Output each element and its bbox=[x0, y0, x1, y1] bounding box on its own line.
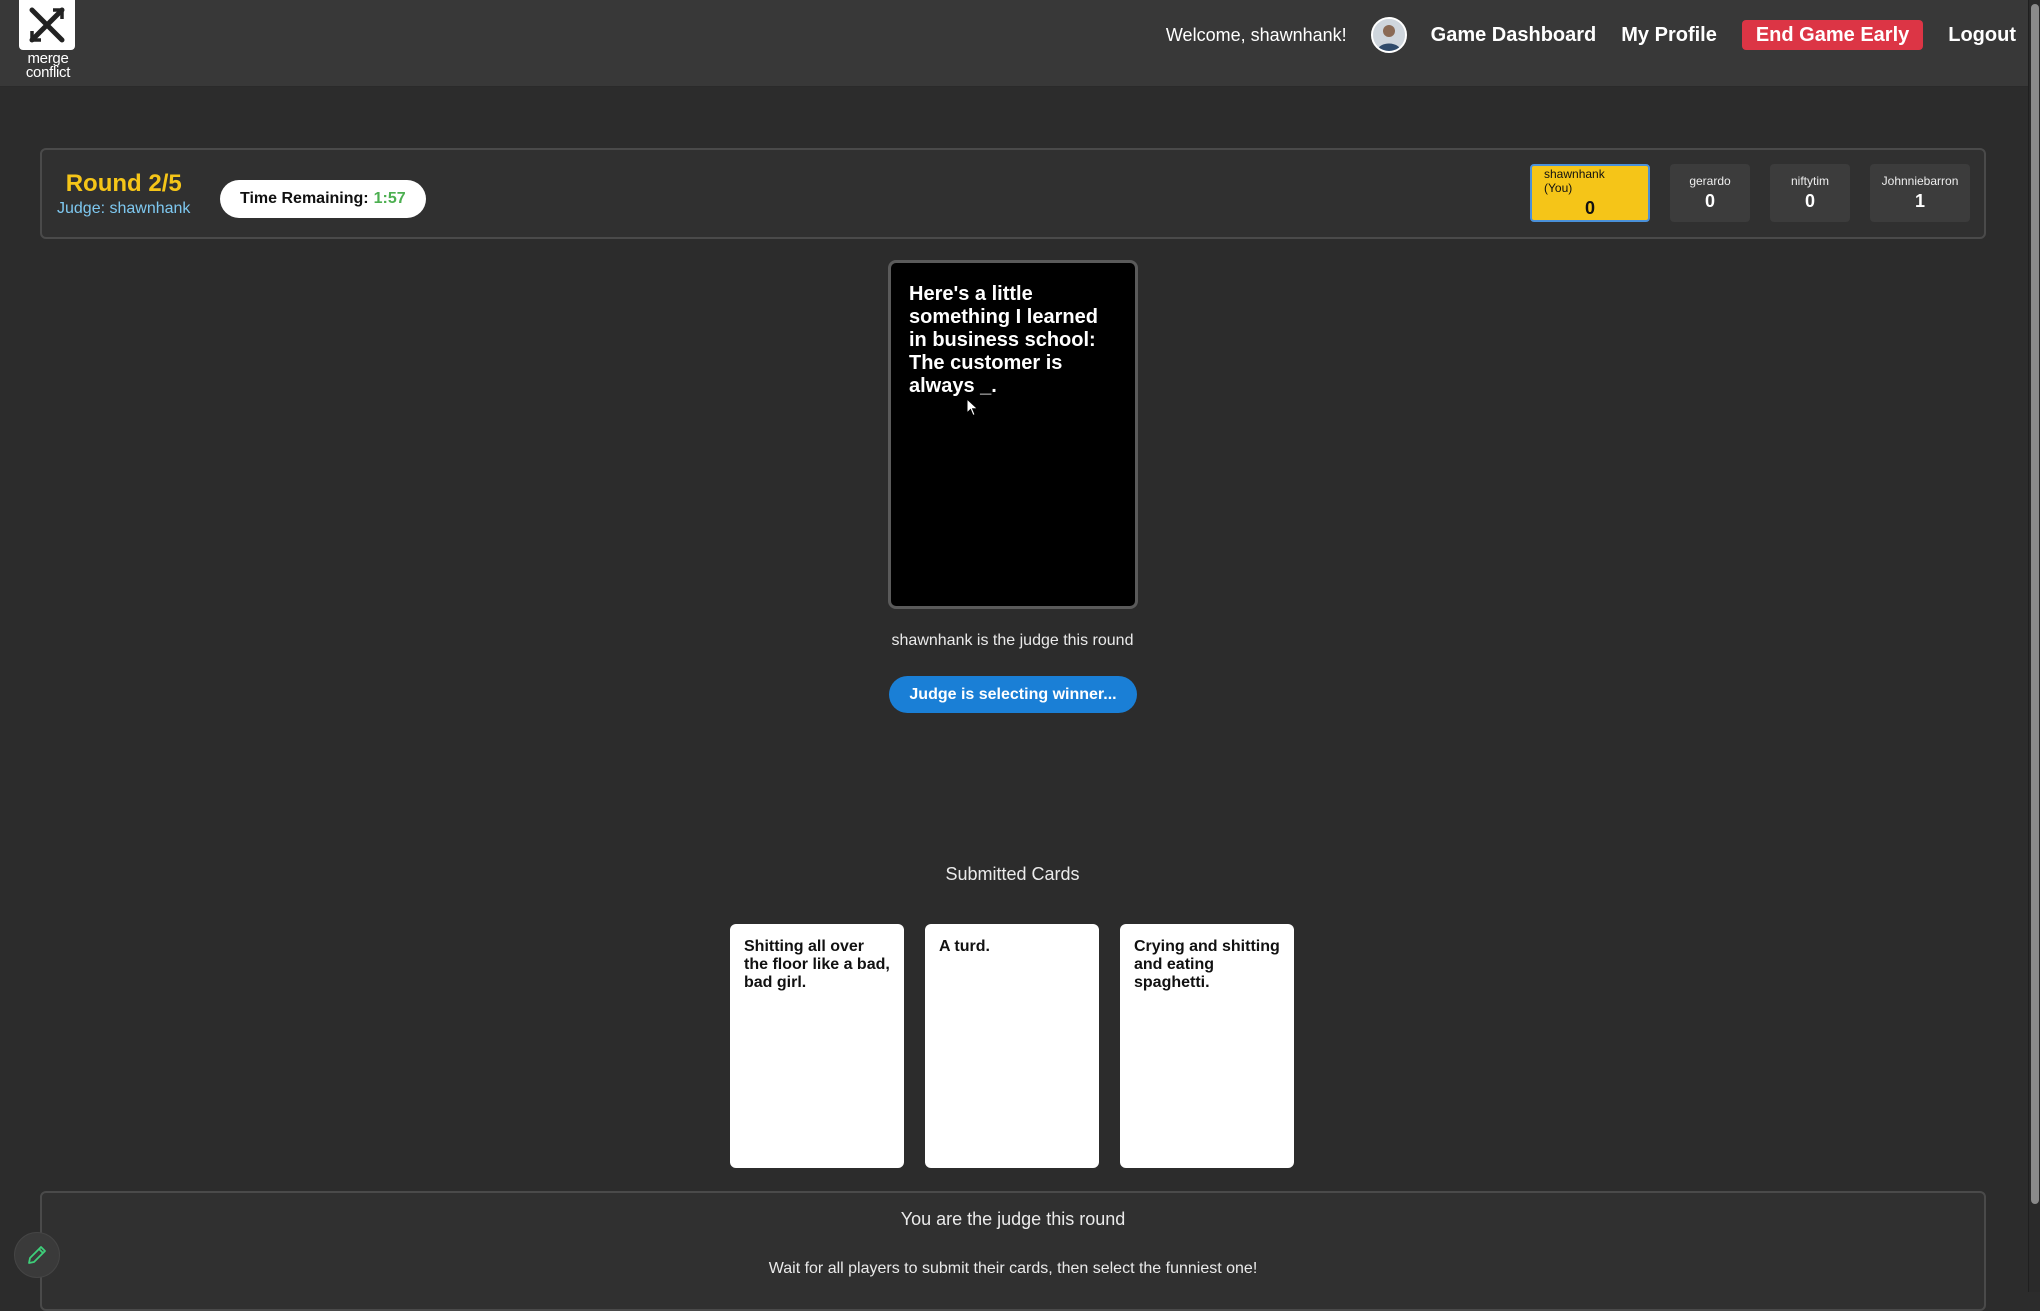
player-scores: shawnhank (You) 0 gerardo 0 niftytim 0 J… bbox=[1530, 164, 1970, 222]
submitted-card[interactable]: Crying and shitting and eating spaghetti… bbox=[1120, 924, 1294, 1168]
timer-pill: Time Remaining: 1:57 bbox=[220, 180, 426, 218]
judge-instructions-panel: You are the judge this round Wait for al… bbox=[40, 1191, 1986, 1311]
player-score: 0 bbox=[1704, 191, 1715, 211]
page-scrollbar[interactable] bbox=[2028, 0, 2040, 1292]
app-logo[interactable]: merge conflict bbox=[19, 0, 77, 81]
nav-right: Welcome, shawnhank! Game Dashboard My Pr… bbox=[1166, 0, 2028, 70]
card-text: Crying and shitting and eating spaghetti… bbox=[1134, 938, 1280, 991]
judge-selecting-button[interactable]: Judge is selecting winner... bbox=[889, 676, 1137, 713]
welcome-text: Welcome, shawnhank! bbox=[1165, 24, 1347, 45]
nav-game-dashboard[interactable]: Game Dashboard bbox=[1431, 24, 1597, 47]
player-score-tile: gerardo 0 bbox=[1670, 164, 1750, 222]
timer-value: 1:57 bbox=[373, 190, 406, 207]
prompt-text: Here's a little something I learned in b… bbox=[909, 283, 1098, 397]
submitted-cards-row: Shitting all over the floor like a bad, … bbox=[730, 924, 1294, 1168]
avatar-icon bbox=[1372, 19, 1405, 51]
mouse-cursor-icon bbox=[966, 398, 979, 417]
black-prompt-card: Here's a little something I learned in b… bbox=[888, 260, 1138, 609]
navbar: merge conflict Welcome, shawnhank! Game … bbox=[0, 0, 2028, 87]
judge-panel-title: You are the judge this round bbox=[900, 1209, 1126, 1229]
nav-my-profile[interactable]: My Profile bbox=[1621, 24, 1717, 47]
pencil-icon bbox=[28, 1246, 46, 1264]
player-name: shawnhank (You) bbox=[1544, 167, 1605, 195]
timer-label: Time Remaining: bbox=[240, 190, 369, 207]
player-score-tile: shawnhank (You) 0 bbox=[1530, 164, 1650, 222]
logo-text-line2: conflict bbox=[25, 64, 71, 81]
player-name: niftytim bbox=[1790, 174, 1829, 188]
x-arrows-icon bbox=[19, 0, 75, 50]
card-text: A turd. bbox=[939, 938, 990, 955]
player-name: gerardo bbox=[1689, 174, 1731, 188]
player-score-tile: niftytim 0 bbox=[1770, 164, 1850, 222]
judge-name: Judge: shawnhank bbox=[57, 200, 191, 217]
submitted-card[interactable]: A turd. bbox=[925, 924, 1099, 1168]
scrollbar-thumb[interactable] bbox=[2031, 4, 2039, 1204]
round-info: Round 2/5 Judge: shawnhank bbox=[57, 170, 190, 218]
player-score: 1 bbox=[1914, 191, 1925, 211]
card-text: Shitting all over the floor like a bad, … bbox=[744, 938, 890, 991]
player-name: Johnniebarron bbox=[1881, 174, 1959, 188]
player-score-tile: Johnniebarron 1 bbox=[1870, 164, 1970, 222]
game-status-panel: Round 2/5 Judge: shawnhank Time Remainin… bbox=[40, 148, 1986, 239]
player-score: 0 bbox=[1584, 198, 1595, 218]
end-game-early-button[interactable]: End Game Early bbox=[1741, 20, 1924, 50]
judge-info-text: shawnhank is the judge this round bbox=[891, 632, 1134, 649]
round-title: Round 2/5 bbox=[65, 170, 182, 197]
judge-panel-subtitle: Wait for all players to submit their car… bbox=[768, 1260, 1258, 1277]
logout-link[interactable]: Logout bbox=[1948, 24, 2016, 47]
player-score: 0 bbox=[1804, 191, 1815, 211]
submitted-cards-title: Submitted Cards bbox=[945, 864, 1080, 884]
user-avatar[interactable] bbox=[1370, 17, 1407, 53]
submitted-card[interactable]: Shitting all over the floor like a bad, … bbox=[730, 924, 904, 1168]
edit-button[interactable] bbox=[14, 1232, 60, 1278]
logo-text: merge conflict bbox=[19, 51, 77, 81]
